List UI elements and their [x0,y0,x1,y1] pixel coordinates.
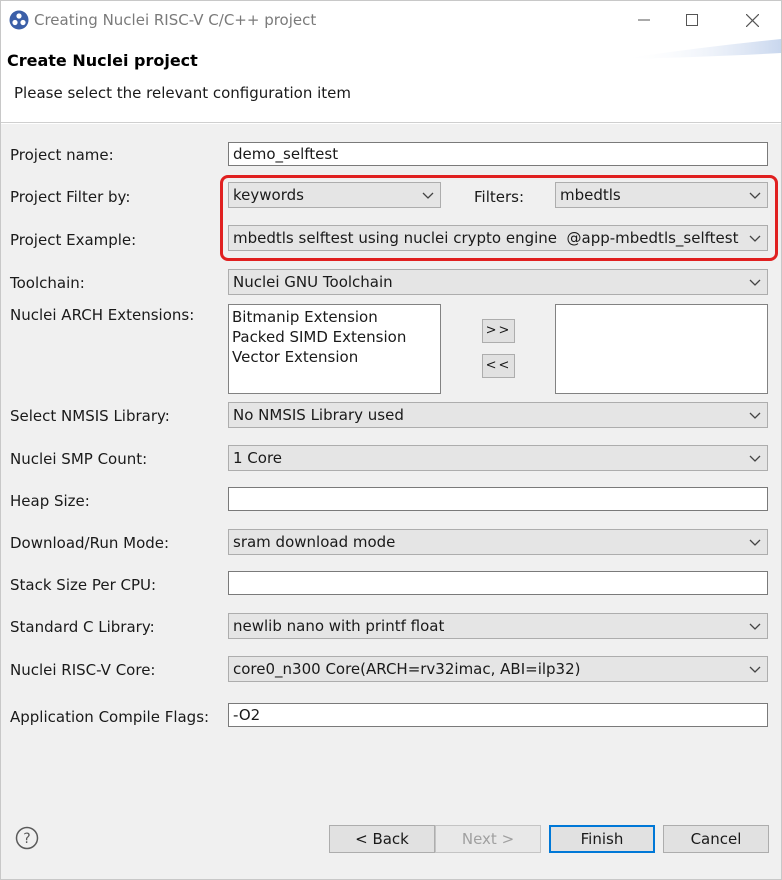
heap-size-input[interactable] [228,487,768,511]
list-item[interactable]: Vector Extension [232,347,437,367]
chevron-down-icon [749,192,761,199]
smp-select[interactable]: 1 Core [228,445,768,471]
minimize-button[interactable] [621,1,667,39]
stack-size-input[interactable] [228,571,768,595]
stdc-label: Standard C Library: [10,618,155,636]
run-mode-value: sram download mode [233,533,396,551]
core-value: core0_n300 Core(ARCH=rv32imac, ABI=ilp32… [233,660,581,678]
smp-label: Nuclei SMP Count: [10,450,148,468]
run-mode-select[interactable]: sram download mode [228,529,768,555]
chevron-down-icon [749,235,761,242]
heap-label: Heap Size: [10,492,90,510]
project-name-label: Project name: [10,146,114,164]
chevron-down-icon [749,539,761,546]
nmsis-value: No NMSIS Library used [233,406,404,424]
title-bar: Creating Nuclei RISC-V C/C++ project [1,1,781,39]
page-subtitle: Please select the relevant configuration… [14,84,352,102]
nuclei-app-icon [9,10,29,30]
run-mode-label: Download/Run Mode: [10,534,170,552]
arch-ext-available-list[interactable]: Bitmanip Extension Packed SIMD Extension… [228,304,441,394]
chevron-down-icon [749,623,761,630]
banner-swoosh-graphic [621,39,781,59]
dialog-footer: ? < Back Next > Finish Cancel [1,804,781,879]
example-label: Project Example: [10,231,137,249]
toolchain-select[interactable]: Nuclei GNU Toolchain [228,269,768,295]
chevron-down-icon [749,455,761,462]
core-select[interactable]: core0_n300 Core(ARCH=rv32imac, ABI=ilp32… [228,656,768,682]
stack-label: Stack Size Per CPU: [10,576,157,594]
filter-by-label: Project Filter by: [10,188,131,206]
wizard-banner: Create Nuclei project Please select the … [1,39,781,123]
arch-ext-label: Nuclei ARCH Extensions: [10,306,195,324]
help-glyph: ? [23,831,30,847]
add-extension-button[interactable]: >> [482,319,515,343]
smp-value: 1 Core [233,449,283,467]
toolchain-label: Toolchain: [10,274,85,292]
window-title: Creating Nuclei RISC-V C/C++ project [34,11,317,29]
close-button[interactable] [729,1,775,39]
help-icon[interactable]: ? [15,826,39,850]
finish-button[interactable]: Finish [549,825,655,853]
maximize-icon [686,14,698,26]
toolchain-value: Nuclei GNU Toolchain [233,273,393,291]
chevron-down-icon [749,279,761,286]
project-name-input[interactable]: demo_selftest [228,142,768,166]
config-form: Project name: demo_selftest Project Filt… [1,124,781,804]
remove-extension-button[interactable]: << [482,354,515,378]
core-label: Nuclei RISC-V Core: [10,661,156,679]
chevron-down-icon [749,666,761,673]
flags-label: Application Compile Flags: [10,708,210,726]
close-icon [745,13,759,27]
filters-value: mbedtls [560,186,621,204]
dialog-window: Creating Nuclei RISC-V C/C++ project Cre… [0,0,782,880]
list-item[interactable]: Bitmanip Extension [232,307,437,327]
list-item[interactable]: Packed SIMD Extension [232,327,437,347]
example-value: mbedtls selftest using nuclei crypto eng… [233,229,739,247]
compile-flags-input[interactable]: -O2 [228,703,768,727]
chevron-down-icon [749,412,761,419]
minimize-icon [638,19,650,21]
filter-by-select[interactable]: keywords [228,182,441,208]
stdc-value: newlib nano with printf float [233,617,445,635]
cancel-button[interactable]: Cancel [663,825,769,853]
back-button[interactable]: < Back [329,825,435,853]
filters-select[interactable]: mbedtls [555,182,768,208]
nmsis-label: Select NMSIS Library: [10,407,170,425]
example-select[interactable]: mbedtls selftest using nuclei crypto eng… [228,225,768,251]
stdc-select[interactable]: newlib nano with printf float [228,613,768,639]
filters-label: Filters: [474,188,525,206]
page-title: Create Nuclei project [7,51,198,70]
nmsis-select[interactable]: No NMSIS Library used [228,402,768,428]
chevron-down-icon [422,192,434,199]
filter-by-value: keywords [233,186,304,204]
arch-ext-selected-list[interactable] [555,304,768,394]
maximize-button[interactable] [669,1,715,39]
next-button[interactable]: Next > [435,825,541,853]
